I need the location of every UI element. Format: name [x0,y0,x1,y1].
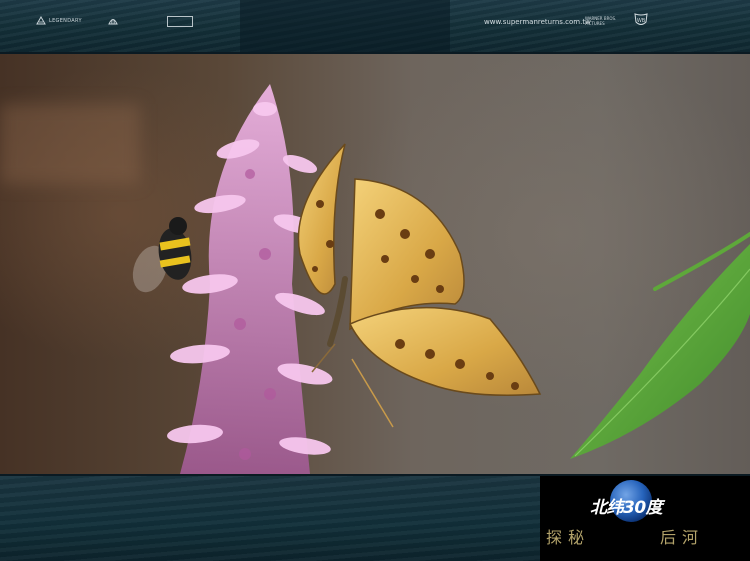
wallpaper-frame: LEGENDARY www.supermanreturns.com.tw WAR… [0,0,750,561]
macro-photo [0,54,750,474]
photo-illustration [132,84,750,474]
legendary-pictures-logo-icon [36,16,46,25]
legendary-logo: LEGENDARY [36,14,82,28]
wb-shield-icon: WB [634,13,648,25]
website-url[interactable]: www.supermanreturns.com.tw [484,18,591,26]
studio-logo-icon [167,15,193,27]
shell-logo [108,14,121,28]
shell-logo-icon [108,19,118,25]
warner-bros-text: WARNER BROS. PICTURES [585,16,617,26]
studio-logo [167,14,196,28]
badge-title: 北纬30度 [590,498,663,518]
top-banner: LEGENDARY www.supermanreturns.com.tw WAR… [0,0,750,52]
legendary-logo-text: LEGENDARY [49,18,82,24]
pink-flower-spike [167,84,333,474]
badge-subtitle-right: 后河 [660,528,705,547]
svg-text:WB: WB [637,18,646,24]
butterfly [297,143,542,428]
badge-subtitle-left: 探秘 [546,528,591,547]
top-banner-dark-panel [240,0,450,52]
green-leaf [570,232,750,459]
